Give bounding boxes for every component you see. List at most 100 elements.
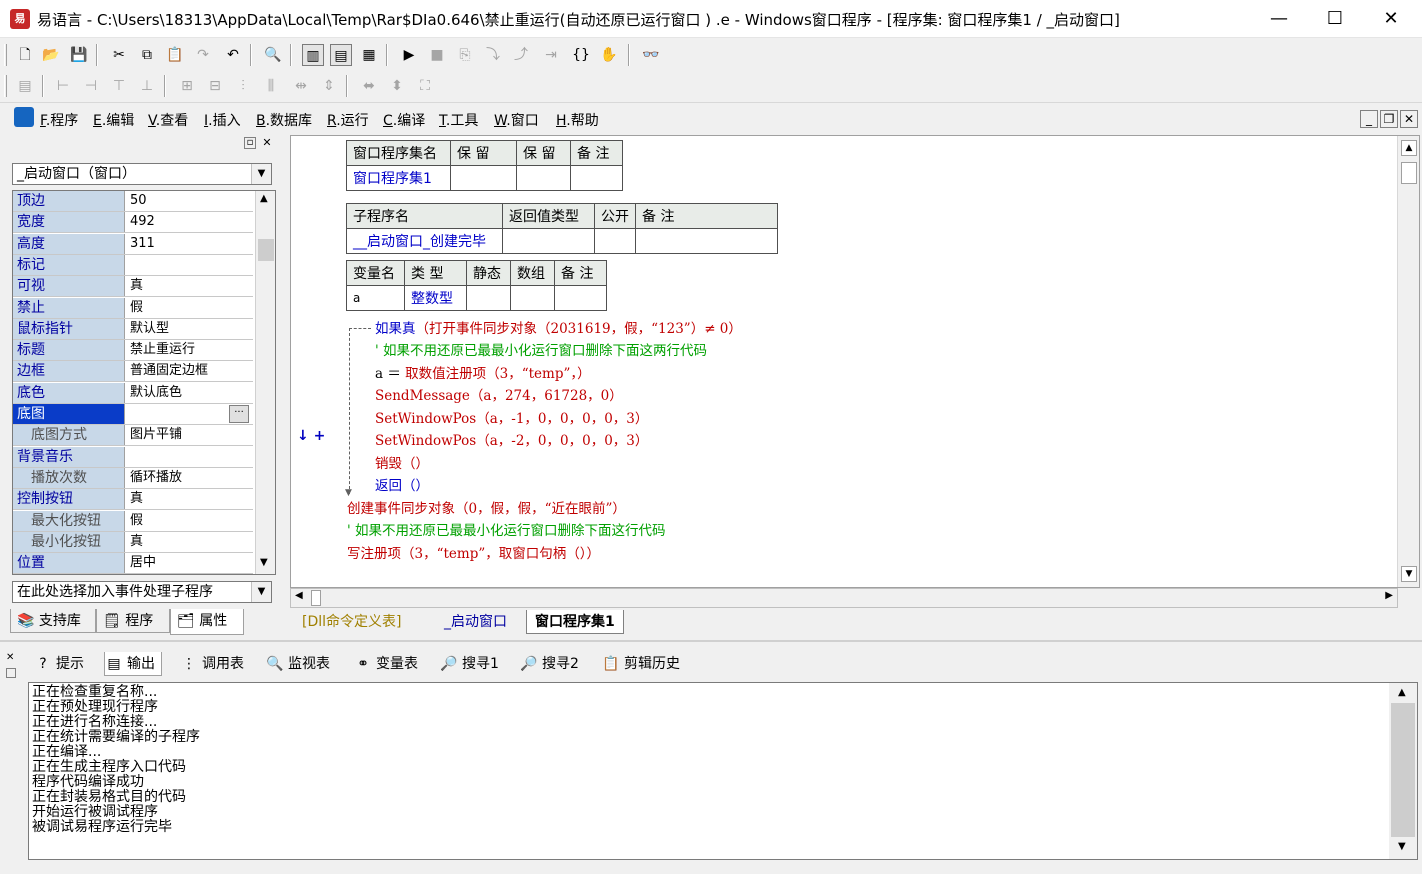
property-row[interactable]: 标题 禁止重运行 xyxy=(13,340,253,362)
stretch-both-icon[interactable]: ⛶ xyxy=(414,75,436,97)
property-value[interactable]: 图片平铺 xyxy=(127,425,253,445)
property-scrollbar[interactable]: ▲ ▼ xyxy=(255,191,275,574)
code-comment[interactable]: ' 如果不用还原已最最小化运行窗口删除下面这行代码 xyxy=(347,519,666,539)
scroll-thumb[interactable] xyxy=(258,239,274,261)
tab-window-assembly[interactable]: 窗口程序集1 xyxy=(526,610,624,634)
property-value[interactable]: 假 xyxy=(127,511,253,531)
panel-pin-icon[interactable] xyxy=(6,668,16,678)
property-value[interactable]: 循环播放 xyxy=(127,468,253,488)
step-icon-1[interactable]: ⎘ xyxy=(454,44,476,66)
subroutine-name-cell[interactable]: __启动窗口_创建完毕 xyxy=(346,228,503,254)
scroll-down-icon[interactable]: ▼ xyxy=(1401,566,1417,582)
menu-edit[interactable]: E.编辑 xyxy=(93,110,134,130)
property-row[interactable]: 控制按钮真 xyxy=(13,489,253,511)
property-row[interactable]: 边框 普通固定边框 xyxy=(13,361,253,383)
panel-close-icon[interactable]: ✕ xyxy=(260,137,274,151)
breakpoint-icon[interactable]: {} xyxy=(570,44,592,66)
mdi-close-button[interactable]: ✕ xyxy=(1400,110,1418,128)
ellipsis-button[interactable]: ··· xyxy=(229,405,249,423)
tab-call-stack[interactable]: ⋮ 调用表 xyxy=(180,652,244,676)
mdi-restore-button[interactable]: ❐ xyxy=(1380,110,1398,128)
property-row[interactable]: 最大化按钮假 xyxy=(13,510,253,532)
object-selector[interactable]: _启动窗口（窗口） ▼ xyxy=(12,163,272,185)
property-value[interactable]: 假 xyxy=(127,298,253,318)
menu-tools[interactable]: T.工具 xyxy=(439,110,478,130)
property-row[interactable]: 宽度 492 xyxy=(13,212,253,234)
chevron-down-icon[interactable]: ▼ xyxy=(251,582,271,602)
center-h-icon[interactable]: ⊞ xyxy=(176,75,198,97)
scroll-left-icon[interactable]: ◀ xyxy=(295,590,303,601)
code-line[interactable]: SendMessage（a，274，61728，0） xyxy=(375,384,623,404)
property-row[interactable]: 底图方式 图片平铺 xyxy=(13,425,253,447)
new-file-icon[interactable]: 🗋 xyxy=(14,44,36,66)
tab-support-library[interactable]: 📚 支持库 xyxy=(10,609,96,633)
align-bottom-icon[interactable]: ⊥ xyxy=(136,75,158,97)
save-icon[interactable]: 💾 xyxy=(68,44,90,66)
run-icon[interactable]: ▶ xyxy=(398,44,420,66)
align-right-icon[interactable]: ⊣ xyxy=(80,75,102,97)
menu-database[interactable]: B.数据库 xyxy=(256,110,312,130)
output-textarea[interactable]: 正在检查重复名称... 正在预处理现行程序 正在进行名称连接... 正在统计需要编译的… xyxy=(28,682,1418,860)
property-value[interactable]: 311 xyxy=(127,234,253,254)
tab-clipboard-history[interactable]: 📋 剪辑历史 xyxy=(602,652,680,676)
code-line[interactable]: 创建事件同步对象（0，假，假，“近在眼前”） xyxy=(347,497,626,517)
property-row[interactable]: 可视真 xyxy=(13,276,253,298)
code-line[interactable]: SetWindowPos（a，-2，0，0，0，0，3） xyxy=(375,429,648,449)
scroll-right-icon[interactable]: ▶ xyxy=(1385,590,1393,601)
assembly-name-cell[interactable]: 窗口程序集1 xyxy=(346,165,451,191)
property-value[interactable] xyxy=(127,447,253,467)
property-value[interactable]: 真 xyxy=(127,489,253,509)
code-line[interactable]: 销毁（） xyxy=(375,452,429,472)
tab-variables[interactable]: ⚭ 变量表 xyxy=(354,652,418,676)
property-row[interactable]: 高度 311 xyxy=(13,233,253,255)
property-row[interactable]: 底图 ··· xyxy=(13,404,253,425)
scroll-thumb[interactable] xyxy=(311,590,321,606)
tab-search1[interactable]: 🔎 搜寻1 xyxy=(440,652,499,676)
stretch-v-icon[interactable]: ⬍ xyxy=(386,75,408,97)
menu-window[interactable]: W.窗口 xyxy=(494,110,539,130)
layout-3-icon[interactable]: ▦ xyxy=(358,44,380,66)
property-row[interactable]: 鼠标指针 默认型 xyxy=(13,318,253,340)
redo-icon[interactable]: ↷ xyxy=(192,44,214,66)
menu-insert[interactable]: I.插入 xyxy=(204,110,241,130)
center-v-icon[interactable]: ⊟ xyxy=(204,75,226,97)
scroll-down-icon[interactable]: ▼ xyxy=(1398,841,1406,852)
maximize-button[interactable]: ☐ xyxy=(1306,0,1364,38)
property-value[interactable] xyxy=(127,255,253,275)
code-line[interactable]: 写注册项（3，“temp”，取窗口句柄（）） xyxy=(347,542,600,562)
scroll-down-icon[interactable]: ▼ xyxy=(260,557,268,568)
open-file-icon[interactable]: 📂 xyxy=(40,44,62,66)
same-width-icon[interactable]: ⫶ xyxy=(232,75,254,97)
mdi-minimize-button[interactable]: _ xyxy=(1360,110,1378,128)
variable-type-cell[interactable]: 整数型 xyxy=(404,285,467,311)
menu-compile[interactable]: C.编译 xyxy=(383,110,425,130)
tab-program[interactable]: 🗒 程序 xyxy=(96,609,170,633)
property-row[interactable]: 禁止假 xyxy=(13,297,253,319)
property-row[interactable]: 位置 居中 xyxy=(13,553,253,574)
property-value[interactable]: 普通固定边框 xyxy=(127,361,253,381)
align-top-icon[interactable]: ⊤ xyxy=(108,75,130,97)
binoculars-icon[interactable]: 👓 xyxy=(640,44,662,66)
code-line[interactable]: a ＝ 取数值注册项（3，“temp”，） xyxy=(375,362,591,382)
event-selector[interactable]: 在此处选择加入事件处理子程序 ▼ xyxy=(12,581,272,603)
output-scrollbar[interactable]: ▲ ▼ xyxy=(1389,683,1417,859)
property-value[interactable]: 真 xyxy=(127,276,253,296)
minimize-button[interactable]: — xyxy=(1250,0,1308,38)
scroll-up-icon[interactable]: ▲ xyxy=(1401,140,1417,156)
tab-watch[interactable]: 🔍 监视表 xyxy=(266,652,330,676)
menu-program[interactable]: F.程序 xyxy=(40,110,78,130)
close-button[interactable]: ✕ xyxy=(1362,0,1420,38)
property-value[interactable]: 50 xyxy=(127,191,253,211)
scroll-up-icon[interactable]: ▲ xyxy=(1398,687,1406,698)
code-comment[interactable]: ' 如果不用还原已最最小化运行窗口删除下面这两行代码 xyxy=(375,339,707,359)
find-icon[interactable]: 🔍 xyxy=(262,44,284,66)
menu-view[interactable]: V.查看 xyxy=(148,110,188,130)
step-icon-4[interactable]: ⇥ xyxy=(540,44,562,66)
layout-2-icon[interactable]: ▤ xyxy=(330,44,352,66)
property-value[interactable]: 492 xyxy=(127,212,253,232)
space-v-icon[interactable]: ⇕ xyxy=(318,75,340,97)
scroll-thumb[interactable] xyxy=(1391,703,1415,837)
variable-name-cell[interactable]: a xyxy=(346,285,405,311)
grid-icon[interactable]: ▤ xyxy=(14,75,36,97)
scroll-up-icon[interactable]: ▲ xyxy=(260,193,268,204)
